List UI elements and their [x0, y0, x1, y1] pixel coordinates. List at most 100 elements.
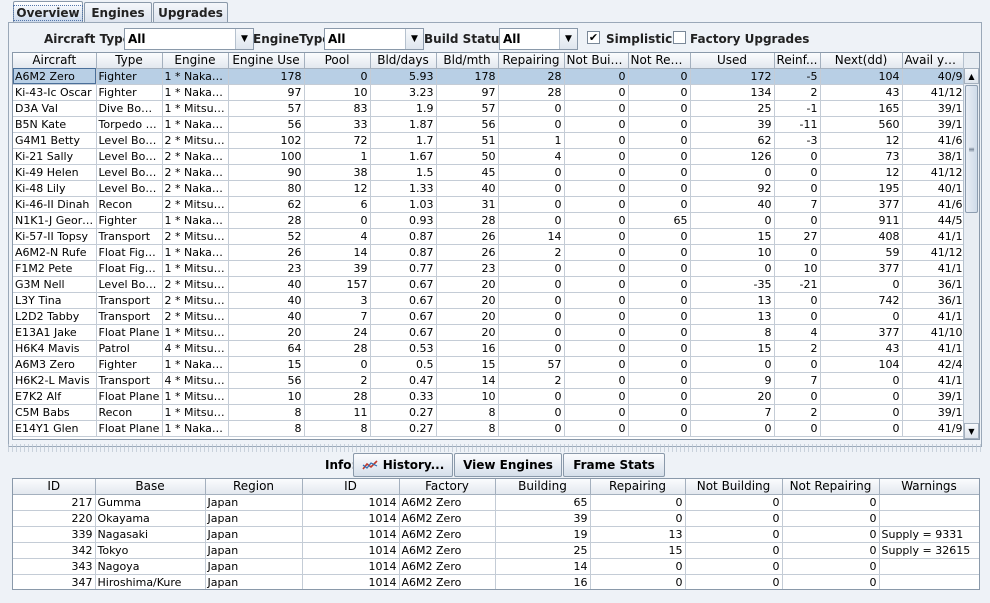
table-cell: Patrol	[96, 340, 163, 357]
column-header[interactable]: Used	[690, 53, 775, 69]
table-cell: 0	[628, 292, 691, 309]
table-row[interactable]: B5N Kate Torpedo B... 1 * Nakaji... 56 33 1.8…	[13, 116, 966, 133]
table-cell: Japan	[205, 558, 303, 575]
table-row[interactable]: 220 Okayama Japan 1014 A6M2 Zero 39 0 0 0	[13, 510, 979, 527]
column-header[interactable]: Warnings	[879, 479, 979, 495]
aircraft-table-scrollbar[interactable]: ▲ ≡ ▼	[963, 53, 979, 439]
column-header[interactable]: Reinf...	[774, 53, 821, 69]
table-cell: 13	[690, 292, 775, 309]
table-row[interactable]: Ki-57-II Topsy Transport 2 * Mitsub... 52 4 0…	[13, 228, 966, 245]
view-engines-button[interactable]: View Engines	[454, 453, 562, 477]
table-row[interactable]: 347 Hiroshima/Kure Japan 1014 A6M2 Zero 16 0 0 0	[13, 574, 979, 589]
engine-type-select[interactable]: All ▼	[324, 28, 424, 50]
table-cell: E14Y1 Glen	[13, 420, 97, 437]
table-row[interactable]: Ki-48 Lily Level Bom... 2 * Nakaji... 80 12 1…	[13, 180, 966, 197]
table-cell: 0	[685, 526, 783, 543]
table-cell: 41/12	[902, 164, 966, 181]
chevron-down-icon[interactable]: ▼	[235, 29, 253, 49]
column-header[interactable]: Pool	[304, 53, 371, 69]
table-cell: 90	[228, 164, 305, 181]
column-header[interactable]: Bld/mth	[436, 53, 499, 69]
column-header[interactable]: Repairing	[590, 479, 686, 495]
table-row[interactable]: G3M Nell Level Bom... 2 * Mitsub... 40 157 0.…	[13, 276, 966, 293]
table-row[interactable]: 217 Gumma Japan 1014 A6M2 Zero 65 0 0 0	[13, 494, 979, 511]
tab-overview[interactable]: Overview	[13, 1, 83, 23]
column-header[interactable]: Region	[205, 479, 303, 495]
chevron-down-icon[interactable]: ▼	[405, 29, 423, 49]
table-row[interactable]: G4M1 Betty Level Bom... 2 * Mitsub... 102 72…	[13, 132, 966, 149]
table-row[interactable]: C5M Babs Recon 1 * Mitsub... 8 11 0.27 8 0 0 0 7 2 0…	[13, 404, 966, 421]
table-row[interactable]: A6M2-N Rufe Float Fighter 1 * Nakaji... 26 1…	[13, 244, 966, 261]
column-header[interactable]: Next(dd)	[820, 53, 903, 69]
table-row[interactable]: Ki-49 Helen Level Bom... 2 * Nakaji... 90 38…	[13, 164, 966, 181]
table-row[interactable]: N1K1-J George Fighter 1 * Nakaji... 28 0 0.93…	[13, 212, 966, 229]
table-row[interactable]: 343 Nagoya Japan 1014 A6M2 Zero 14 0 0 0	[13, 558, 979, 575]
table-cell: 73	[820, 148, 903, 165]
table-row[interactable]: 339 Nagasaki Japan 1014 A6M2 Zero 19 13 0 0 Suppl…	[13, 526, 979, 543]
tab-engines[interactable]: Engines	[84, 2, 152, 22]
table-cell: 3.23	[370, 84, 437, 101]
table-cell: 0	[498, 388, 565, 405]
column-header[interactable]: Repairing	[498, 53, 565, 69]
table-cell: 1 * Mitsub...	[162, 324, 229, 341]
column-header[interactable]: Not Repairing	[782, 479, 880, 495]
table-row[interactable]: Ki-21 Sally Level Bom... 2 * Nakaji... 100 1…	[13, 148, 966, 165]
column-header[interactable]: Not Repa...	[628, 53, 691, 69]
table-cell: Japan	[205, 494, 303, 511]
table-cell: 10	[690, 244, 775, 261]
frame-stats-button[interactable]: Frame Stats	[563, 453, 665, 477]
column-header[interactable]: Aircraft	[13, 53, 97, 69]
column-header[interactable]: Factory	[399, 479, 496, 495]
history-button[interactable]: History...	[353, 453, 453, 477]
column-header[interactable]: Type	[96, 53, 163, 69]
simplistic-checkbox[interactable]: ✔	[587, 31, 600, 44]
table-cell: 1014	[302, 558, 400, 575]
aircraft-type-select[interactable]: All ▼	[124, 28, 254, 50]
table-row[interactable]: A6M2 Zero Fighter 1 * Nakaji... 178 0 5.93 178…	[13, 68, 966, 85]
column-header[interactable]: Building	[495, 479, 591, 495]
table-cell: 0	[820, 276, 903, 293]
table-row[interactable]: E7K2 Alf Float Plane 1 * Mitsub... 10 28 0.33…	[13, 388, 966, 405]
table-cell: 83	[304, 100, 371, 117]
table-cell: 57	[436, 100, 499, 117]
table-cell: 0	[498, 308, 565, 325]
table-row[interactable]: F1M2 Pete Float Fighter 1 * Mitsub... 23 39 0…	[13, 260, 966, 277]
table-row[interactable]: L3Y Tina Transport 2 * Mitsub... 40 3 0.67 20 0…	[13, 292, 966, 309]
table-row[interactable]: H6K2-L Mavis Transport 4 * Mitsub... 56 2 0.4…	[13, 372, 966, 389]
chevron-down-icon[interactable]: ▼	[559, 29, 577, 49]
column-header[interactable]: Not Buildi...	[564, 53, 629, 69]
scroll-up-icon[interactable]: ▲	[964, 68, 979, 84]
build-status-select[interactable]: All ▼	[499, 28, 578, 50]
scroll-down-icon[interactable]: ▼	[964, 423, 979, 439]
table-cell: 11	[304, 404, 371, 421]
table-row[interactable]: H6K4 Mavis Patrol 4 * Mitsub... 64 28 0.53 16 0…	[13, 340, 966, 357]
table-cell: 65	[628, 212, 691, 229]
column-header[interactable]: Bld/days	[370, 53, 437, 69]
tab-upgrades[interactable]: Upgrades	[153, 2, 228, 22]
factory-upgrades-checkbox[interactable]	[673, 31, 686, 44]
column-header[interactable]: Avail yy/mm	[902, 53, 966, 69]
table-cell: 13	[590, 526, 686, 543]
column-header[interactable]: Engine Use	[228, 53, 305, 69]
table-row[interactable]: L2D2 Tabby Transport 2 * Mitsub... 40 7 0.67 2…	[13, 308, 966, 325]
table-cell: 0	[564, 244, 629, 261]
table-row[interactable]: Ki-46-II Dinah Recon 2 * Mitsub... 62 6 1.03 3…	[13, 196, 966, 213]
table-row[interactable]: D3A ValDive Bomber1 * Mitsub...57831.957…	[13, 100, 966, 117]
table-cell: 0	[628, 180, 691, 197]
column-header[interactable]: Not Building	[685, 479, 783, 495]
table-row[interactable]: E14Y1 Glen Float Plane 1 * Nakaji... 8 8 0.27…	[13, 420, 966, 437]
table-row[interactable]: A6M3 Zero Fighter 1 * Nakaji... 15 0 0.5 15 57 0…	[13, 356, 966, 373]
table-cell: 0.87	[370, 244, 437, 261]
column-header[interactable]: Engine	[162, 53, 229, 69]
column-header[interactable]: ID	[302, 479, 400, 495]
table-row[interactable]: 342 Tokyo Japan 1014 A6M2 Zero 25 15 0 0 Supply =…	[13, 542, 979, 559]
table-cell: 0	[782, 494, 880, 511]
column-header[interactable]: ID	[13, 479, 96, 495]
split-pane-divider[interactable]	[8, 444, 982, 452]
column-header[interactable]: Base	[95, 479, 206, 495]
table-row[interactable]: Ki-43-Ic Oscar Fighter 1 * Nakaji... 97 10 3.…	[13, 84, 966, 101]
table-row[interactable]: E13A1 Jake Float Plane 1 * Mitsub... 20 24 0.…	[13, 324, 966, 341]
scrollbar-thumb[interactable]: ≡	[965, 85, 978, 213]
table-cell: Float Plane	[96, 420, 163, 437]
table-cell: 1.7	[370, 132, 437, 149]
